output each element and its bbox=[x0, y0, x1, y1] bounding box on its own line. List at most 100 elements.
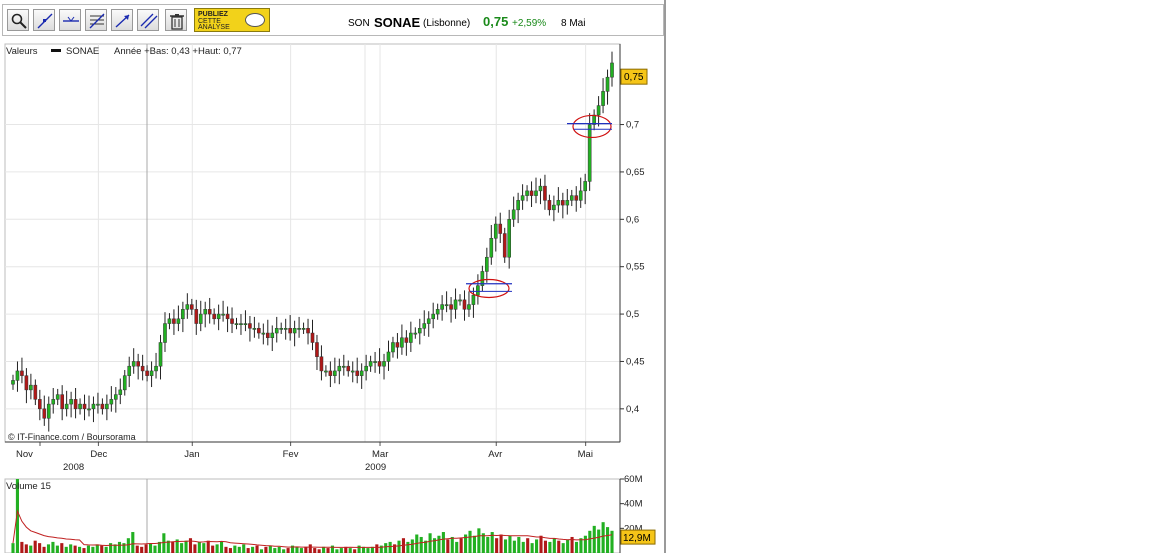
volume-bar bbox=[117, 541, 122, 553]
volume-bar bbox=[428, 533, 432, 553]
candle-body bbox=[279, 328, 284, 330]
parallel-lines-icon[interactable] bbox=[137, 9, 159, 31]
y-tick-label: 0,55 bbox=[626, 262, 645, 273]
volume-bar bbox=[33, 540, 37, 553]
candle-body bbox=[583, 181, 587, 192]
volume-bar bbox=[530, 543, 534, 553]
candle-body bbox=[60, 394, 64, 410]
candle-body bbox=[341, 365, 346, 368]
candle-body bbox=[507, 219, 511, 258]
volume-bar bbox=[459, 538, 463, 553]
candle-body bbox=[493, 223, 498, 239]
volume-bar bbox=[477, 528, 481, 553]
candle-body bbox=[422, 323, 427, 329]
volume-bar bbox=[38, 543, 42, 553]
volume-bar bbox=[335, 549, 339, 553]
volume-bar bbox=[566, 539, 570, 553]
candle-body bbox=[122, 375, 127, 391]
volume-bar bbox=[326, 548, 330, 553]
last-volume-tag-label: 12,9M bbox=[623, 533, 651, 544]
volume-bar bbox=[384, 543, 388, 553]
volume-bar bbox=[180, 543, 184, 553]
candle-body bbox=[368, 361, 373, 367]
volume-bar bbox=[109, 543, 113, 553]
candle-body bbox=[520, 195, 525, 201]
candle-body bbox=[449, 304, 453, 310]
candle-body bbox=[216, 313, 221, 320]
candle-body bbox=[485, 256, 489, 272]
candle-body bbox=[11, 380, 15, 385]
y-tick-label: 0,4 bbox=[626, 404, 639, 415]
volume-bar bbox=[277, 546, 281, 553]
candle-body bbox=[417, 328, 422, 334]
volume-bar bbox=[100, 545, 104, 553]
volume-bar bbox=[268, 545, 272, 553]
y-tick-label: 0,45 bbox=[626, 356, 645, 367]
candle-body bbox=[346, 365, 351, 372]
candle-body bbox=[310, 332, 315, 343]
x-month-label: Jan bbox=[184, 449, 199, 460]
candle-body bbox=[105, 403, 109, 410]
candle-body bbox=[64, 403, 69, 410]
price-axis: 0,4 0,45 0,5 0,55 0,6 0,65 0,7 0,75 bbox=[619, 44, 648, 442]
candle-body bbox=[534, 190, 538, 196]
volume-bar bbox=[29, 545, 33, 553]
volume-bar bbox=[419, 536, 423, 553]
candle-body bbox=[355, 370, 360, 376]
candle-body bbox=[444, 304, 449, 307]
volume-bar bbox=[282, 549, 286, 553]
candle-body bbox=[413, 332, 418, 335]
time-axis: Nov Dec Jan Fev Mar Avr Mai 2008 2009 bbox=[5, 441, 620, 473]
publish-line1: PUBLIEZ bbox=[198, 11, 228, 18]
volume-bar bbox=[188, 538, 193, 553]
candle-body bbox=[386, 351, 391, 362]
volume-panel: 20M40M60M12,9M bbox=[4, 474, 656, 553]
volume-bar bbox=[339, 548, 343, 553]
publish-analysis-button[interactable]: PUBLIEZ CETTE ANALYSE bbox=[194, 8, 270, 32]
last-price: 0,75 bbox=[483, 14, 509, 29]
candle-body bbox=[453, 299, 458, 310]
volume-bar bbox=[574, 541, 579, 553]
volume-bar bbox=[610, 530, 614, 553]
line-draw-icon[interactable] bbox=[33, 9, 55, 31]
volume-bar bbox=[548, 541, 552, 553]
legend-info: Année +Bas: 0,43 +Haut: 0,77 bbox=[114, 46, 242, 57]
volume-bar bbox=[104, 546, 108, 553]
volume-bar bbox=[51, 541, 55, 553]
zoom-icon[interactable] bbox=[7, 9, 29, 31]
candle-body bbox=[69, 399, 73, 405]
candle-body bbox=[145, 370, 149, 376]
candle-body bbox=[248, 323, 252, 329]
volume-bar bbox=[597, 529, 601, 553]
volume-bar bbox=[46, 544, 51, 553]
horizontal-line-icon[interactable] bbox=[59, 9, 81, 31]
candle-body bbox=[395, 342, 400, 348]
candle-body bbox=[538, 185, 543, 192]
exchange-name: (Lisbonne) bbox=[423, 18, 471, 29]
candle-body bbox=[239, 323, 243, 325]
volume-bar bbox=[388, 541, 392, 553]
candle-body bbox=[243, 323, 248, 325]
volume-bar bbox=[144, 544, 148, 553]
volume-bar bbox=[552, 538, 556, 553]
trend-arrow-icon[interactable] bbox=[111, 9, 133, 31]
volume-bar bbox=[286, 548, 290, 553]
candle-body bbox=[274, 328, 279, 334]
candle-body bbox=[373, 361, 377, 363]
candle-body bbox=[73, 399, 78, 410]
price-chart[interactable]: 0,4 0,45 0,5 0,55 0,6 0,65 0,7 0,75 Nov Dec Jan Fe… bbox=[0, 36, 664, 553]
candle-body bbox=[131, 361, 136, 367]
candle-body bbox=[55, 394, 60, 400]
fibonacci-icon[interactable] bbox=[85, 9, 107, 31]
volume-bar bbox=[357, 545, 361, 553]
candle-body bbox=[194, 309, 199, 324]
trash-icon[interactable] bbox=[165, 9, 187, 31]
candle-body bbox=[265, 332, 270, 339]
volume-bar bbox=[55, 545, 59, 553]
candle-body bbox=[149, 370, 154, 376]
volume-bar bbox=[86, 545, 90, 553]
volume-bar bbox=[193, 544, 197, 553]
candle-body bbox=[556, 200, 561, 206]
volume-bar bbox=[561, 543, 565, 553]
candle-body bbox=[158, 342, 163, 367]
